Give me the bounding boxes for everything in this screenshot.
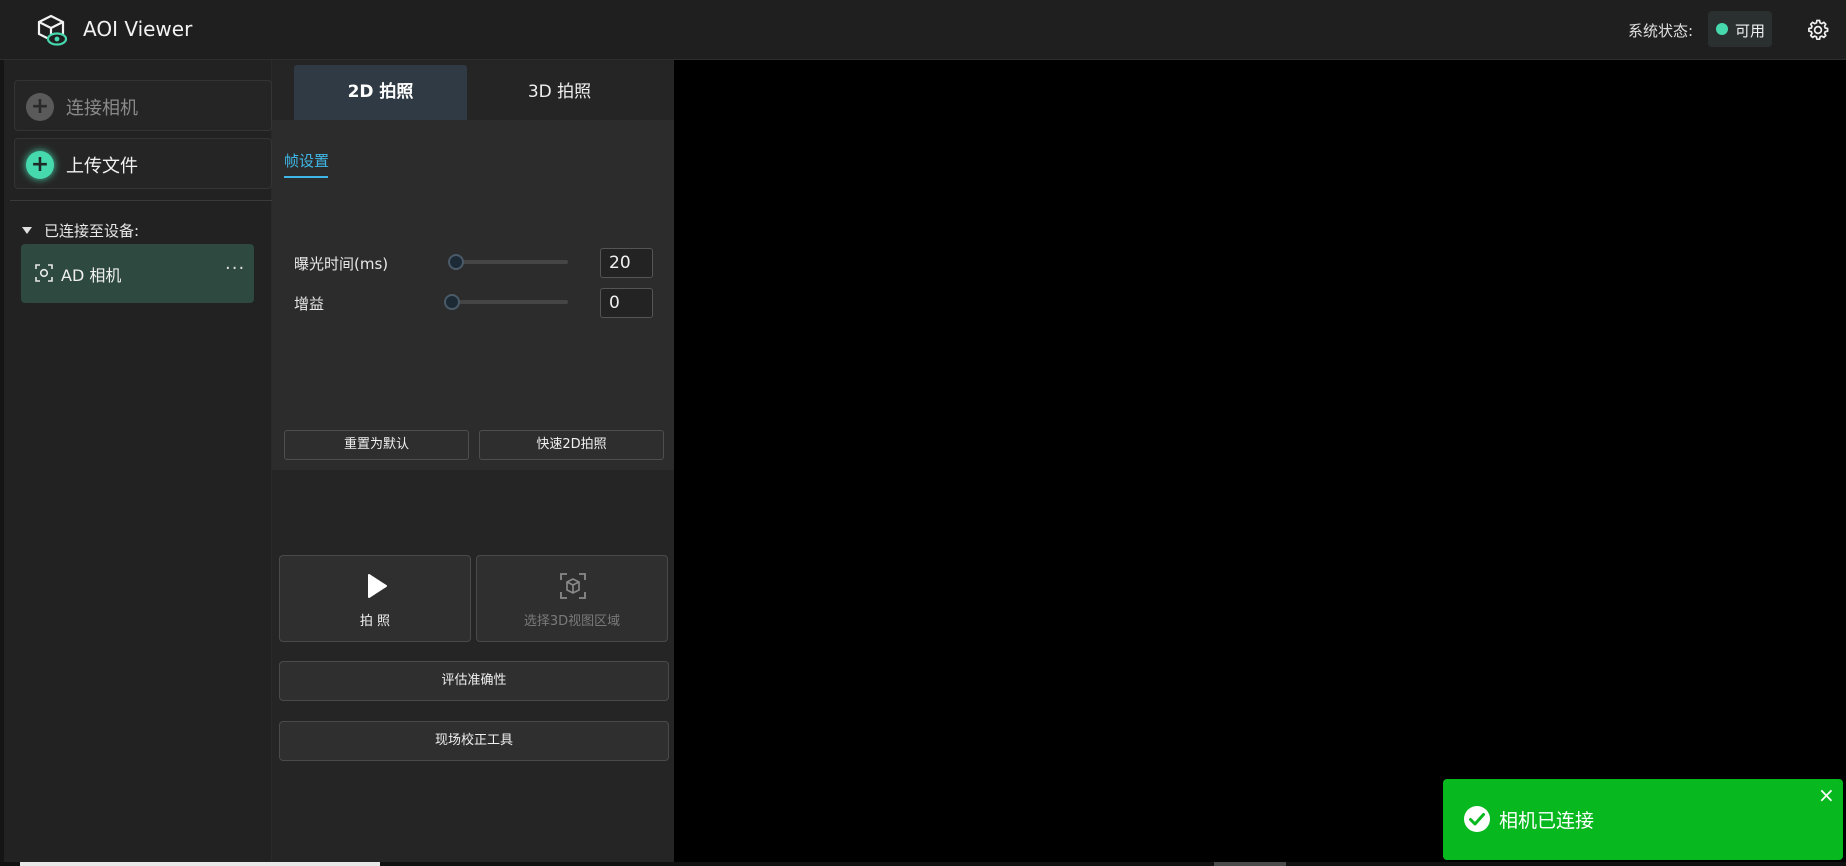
- capture-label: 拍 照: [359, 614, 391, 629]
- plus-icon: +: [26, 151, 54, 179]
- exposure-slider-handle[interactable]: [448, 254, 464, 270]
- horizontal-scrollbar-thumb-right[interactable]: [1214, 862, 1286, 866]
- gain-slider-handle[interactable]: [444, 294, 460, 310]
- tab-2d-capture[interactable]: 2D 拍照: [294, 65, 467, 120]
- tab-frame-settings[interactable]: 帧设置: [284, 150, 329, 171]
- settings-gear-icon[interactable]: [1806, 18, 1830, 42]
- gain-slider[interactable]: [444, 294, 568, 310]
- reset-default-button[interactable]: 重置为默认: [284, 430, 469, 460]
- frame-settings-area: 帧设置 曝光时间(ms) 20 增益 0: [272, 120, 674, 470]
- gain-input[interactable]: 0: [600, 288, 653, 318]
- select-3d-region-button[interactable]: 选择3D视图区域: [476, 555, 668, 642]
- play-icon: [368, 574, 387, 598]
- upload-file-button[interactable]: + 上传文件: [14, 138, 272, 189]
- divider: [10, 200, 272, 201]
- app-title: AOI Viewer: [83, 17, 193, 41]
- title-bar: AOI Viewer 系统状态: 可用: [0, 0, 1846, 60]
- close-icon[interactable]: ×: [1818, 785, 1835, 805]
- gain-label: 增益: [294, 295, 325, 313]
- check-circle-icon: [1464, 806, 1490, 832]
- capture-button[interactable]: 拍 照: [279, 555, 471, 642]
- device-item-ad-camera[interactable]: AD 相机 ···: [21, 244, 254, 303]
- select-3d-region-label: 选择3D视图区域: [523, 614, 621, 629]
- sidebar: + 连接相机 + 上传文件 已连接至设备: AD 相机 ···: [0, 60, 272, 866]
- exposure-input[interactable]: 20: [600, 248, 653, 278]
- horizontal-scrollbar-thumb[interactable]: [20, 862, 380, 866]
- 3d-region-select-icon: [560, 573, 586, 599]
- status-dot-icon: [1716, 23, 1728, 35]
- plus-icon: +: [26, 93, 54, 121]
- status-value: 可用: [1735, 22, 1766, 40]
- tab-bar: 2D 拍照 3D 拍照: [272, 60, 674, 120]
- subtab-underline: [284, 176, 328, 178]
- connected-devices-header[interactable]: 已连接至设备:: [22, 220, 139, 241]
- caret-down-icon: [22, 227, 32, 234]
- field-calibration-button[interactable]: 现场校正工具: [279, 721, 669, 761]
- device-name: AD 相机: [61, 266, 122, 285]
- exposure-slider[interactable]: [448, 254, 568, 270]
- connect-camera-label: 连接相机: [66, 98, 138, 119]
- camera-focus-icon: [35, 264, 53, 282]
- connect-camera-button[interactable]: + 连接相机: [14, 80, 272, 131]
- capture-panel: 2D 拍照 3D 拍照 帧设置 曝光时间(ms) 20 增益 0 重置为默认 快…: [272, 60, 674, 866]
- quick-2d-capture-button[interactable]: 快速2D拍照: [479, 430, 664, 460]
- exposure-label: 曝光时间(ms): [294, 255, 389, 273]
- app-logo-icon: [37, 14, 68, 46]
- upload-file-label: 上传文件: [66, 156, 138, 177]
- evaluate-accuracy-button[interactable]: 评估准确性: [279, 661, 669, 701]
- connected-devices-label: 已连接至设备:: [44, 222, 140, 240]
- system-status-label: 系统状态:: [1628, 22, 1694, 40]
- toast-message: 相机已连接: [1499, 810, 1595, 832]
- status-badge: 可用: [1708, 11, 1772, 47]
- tab-3d-capture[interactable]: 3D 拍照: [473, 65, 646, 120]
- more-options-icon[interactable]: ···: [225, 258, 245, 279]
- toast-notification: 相机已连接 ×: [1443, 779, 1843, 860]
- image-viewer[interactable]: [674, 60, 1846, 862]
